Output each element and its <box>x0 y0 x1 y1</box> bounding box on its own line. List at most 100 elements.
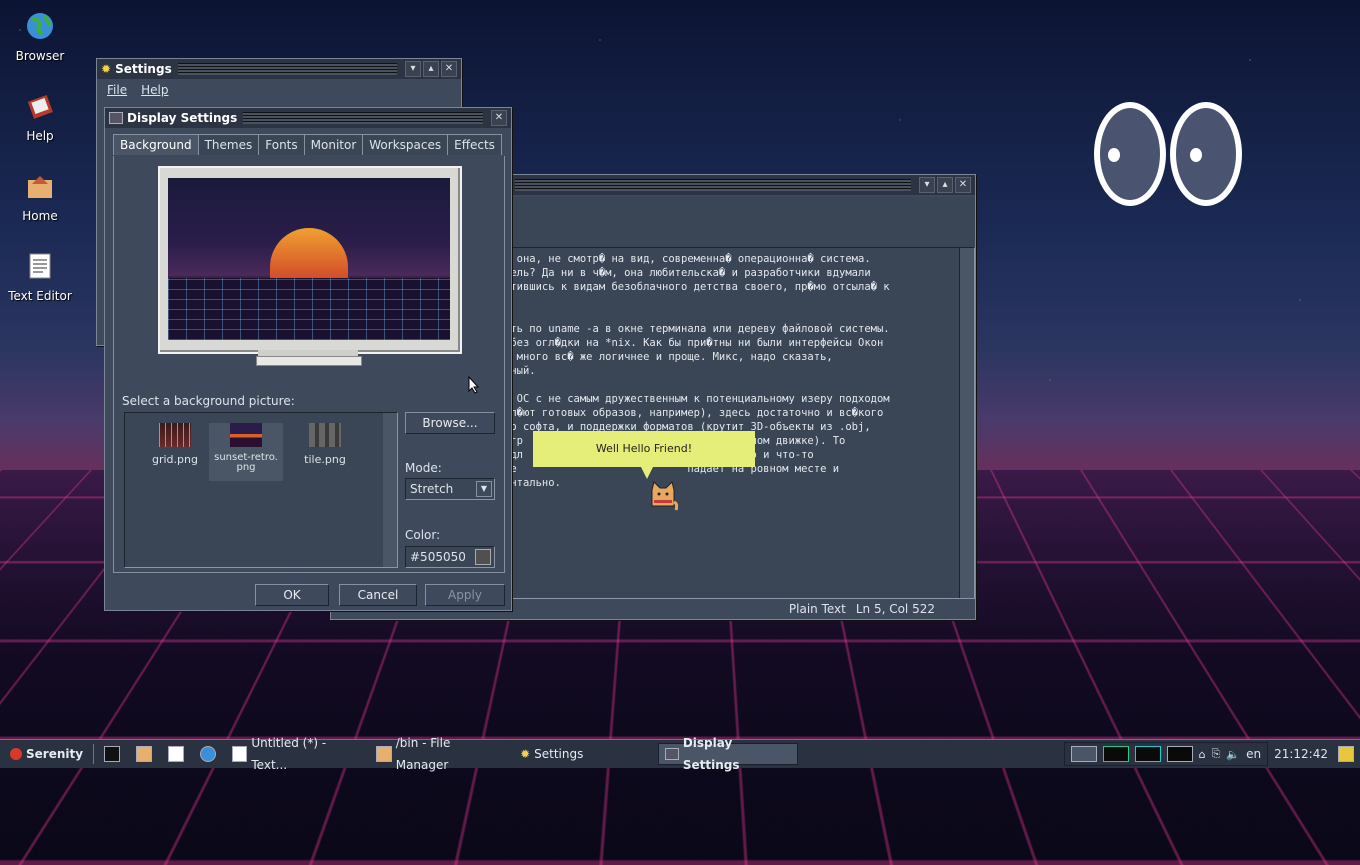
desktop-icon-home[interactable]: Home <box>0 170 80 223</box>
picture-name: tile.png <box>285 453 365 466</box>
notifications-icon[interactable] <box>1338 746 1354 762</box>
taskbar-window-file-manager[interactable]: /bin - File Manager <box>370 743 510 765</box>
keyboard-layout[interactable]: en <box>1246 747 1261 761</box>
close-button[interactable]: ✕ <box>491 110 507 126</box>
workspace-switcher-icon[interactable] <box>1071 746 1097 762</box>
text-line: � ОС с не самым дружественным к потенциа… <box>504 392 890 406</box>
tab-bar: Background Themes Fonts Monitor Workspac… <box>113 134 501 155</box>
title-stripes <box>243 112 483 124</box>
tile-thumbnail <box>309 423 341 447</box>
quicklaunch-terminal-icon[interactable] <box>98 743 126 765</box>
mode-select[interactable]: Stretch ▼ <box>405 478 495 500</box>
mode-value: Stretch <box>410 482 453 496</box>
ok-button[interactable]: OK <box>255 584 329 606</box>
title-stripes <box>515 179 911 191</box>
taskbar: Serenity Untitled (*) - Text... /bin - F… <box>0 739 1360 768</box>
text-line: цель? Да ни в ч�м, она любительска� и ра… <box>504 266 890 280</box>
minimize-button[interactable]: ▾ <box>405 61 421 77</box>
display-settings-titlebar[interactable]: Display Settings ✕ <box>105 108 511 128</box>
notepad-icon <box>24 250 56 282</box>
desktop-icon-label: Help <box>0 129 80 143</box>
network-icon[interactable]: ⌂ <box>1199 748 1206 761</box>
text-line: без огл�дки на *nix. Как бы при�тны ни б… <box>504 336 890 350</box>
left-eye <box>1094 102 1166 206</box>
monitor-icon <box>665 748 679 760</box>
vertical-scrollbar[interactable] <box>959 248 974 598</box>
title-stripes <box>178 63 397 75</box>
quicklaunch-file-manager-icon[interactable] <box>130 743 158 765</box>
start-button[interactable]: Serenity <box>4 743 89 765</box>
color-label: Color: <box>405 528 440 542</box>
taskbar-window-label: /bin - File Manager <box>396 732 504 776</box>
text-line: атившись к видам безоблачного детства св… <box>504 280 890 294</box>
desktop-icon-label: Text Editor <box>0 289 80 303</box>
volume-icon[interactable]: 🔈 <box>1226 748 1240 761</box>
close-button[interactable]: ✕ <box>441 61 457 77</box>
gear-icon: ✹ <box>101 62 111 76</box>
taskbar-window-label: Untitled (*) - Text... <box>251 732 360 776</box>
picture-item-grid[interactable]: grid.png <box>135 423 215 466</box>
system-tray: ⌂ ⎘ 🔈 en <box>1064 742 1269 766</box>
mode-label: Mode: <box>405 461 442 475</box>
quicklaunch-text-editor-icon[interactable] <box>162 743 190 765</box>
preview-sun <box>270 228 348 280</box>
desktop-icon-help[interactable]: Help <box>0 90 80 143</box>
assistant-message: Well Hello Friend! <box>596 442 692 455</box>
status-position: Ln 5, Col 522 <box>856 602 935 616</box>
cancel-button[interactable]: Cancel <box>339 584 417 606</box>
tab-monitor[interactable]: Monitor <box>304 134 364 155</box>
serenity-logo-icon <box>10 748 22 760</box>
monitor-preview <box>158 166 462 354</box>
maximize-button[interactable]: ▴ <box>423 61 439 77</box>
picture-item-sunset-retro[interactable]: sunset-retro.png <box>209 423 283 481</box>
taskbar-window-display-settings[interactable]: Display Settings <box>658 743 798 765</box>
picture-list[interactable]: grid.png sunset-retro.png tile.png <box>124 412 398 568</box>
settings-menubar: File Help <box>97 79 461 101</box>
tab-fonts[interactable]: Fonts <box>258 134 304 155</box>
taskbar-window-settings[interactable]: ✹ Settings <box>514 743 654 765</box>
settings-titlebar[interactable]: ✹ Settings ▾ ▴ ✕ <box>97 59 461 79</box>
desktop-icon-text-editor[interactable]: Text Editor <box>0 250 80 303</box>
taskbar-window-text-editor[interactable]: Untitled (*) - Text... <box>226 743 366 765</box>
picture-item-tile[interactable]: tile.png <box>285 423 365 466</box>
close-button[interactable]: ✕ <box>955 177 971 193</box>
clock[interactable]: 21:12:42 <box>1274 747 1328 761</box>
desktop-icon-label: Browser <box>0 49 80 63</box>
clipboard-icon[interactable]: ⎘ <box>1212 747 1221 761</box>
tab-background[interactable]: Background <box>113 134 199 155</box>
color-swatch[interactable] <box>475 549 491 565</box>
browse-button[interactable]: Browse... <box>405 412 495 434</box>
right-eye <box>1170 102 1242 206</box>
menu-help[interactable]: Help <box>141 83 168 97</box>
text-line: о много вс� же логичнее и проще. Микс, н… <box>504 350 890 364</box>
notepad-icon <box>232 746 247 762</box>
list-scrollbar[interactable] <box>383 413 397 567</box>
cat-assistant-icon[interactable] <box>648 480 678 514</box>
tab-themes[interactable]: Themes <box>198 134 260 155</box>
tab-effects[interactable]: Effects <box>447 134 502 155</box>
network-graph-icon[interactable] <box>1167 746 1193 762</box>
monitor-stand <box>256 356 362 366</box>
monitor-icon <box>109 112 123 124</box>
text-line: вл�ют готовых образов, например), здесь … <box>504 406 890 420</box>
apply-button[interactable]: Apply <box>425 584 505 606</box>
color-input[interactable]: #505050 <box>405 546 495 568</box>
maximize-button[interactable]: ▴ <box>937 177 953 193</box>
memory-graph-icon[interactable] <box>1135 746 1161 762</box>
desktop-icon-browser[interactable]: Browser <box>0 10 80 63</box>
window-title: Display Settings <box>127 111 237 125</box>
display-settings-window: Display Settings ✕ Background Themes Fon… <box>104 107 512 611</box>
minimize-button[interactable]: ▾ <box>919 177 935 193</box>
menu-file[interactable]: File <box>107 83 127 97</box>
start-label: Serenity <box>26 743 83 765</box>
chevron-down-icon: ▼ <box>476 481 492 497</box>
assistant-speech-bubble: Well Hello Friend! <box>533 431 755 467</box>
tab-workspaces[interactable]: Workspaces <box>362 134 448 155</box>
text-line: тный. <box>504 364 890 378</box>
cpu-graph-icon[interactable] <box>1103 746 1129 762</box>
text-line <box>504 378 890 392</box>
quicklaunch-browser-icon[interactable] <box>194 743 222 765</box>
help-book-icon <box>24 90 56 122</box>
color-value: #505050 <box>410 550 466 564</box>
mouse-cursor-icon <box>468 376 480 394</box>
